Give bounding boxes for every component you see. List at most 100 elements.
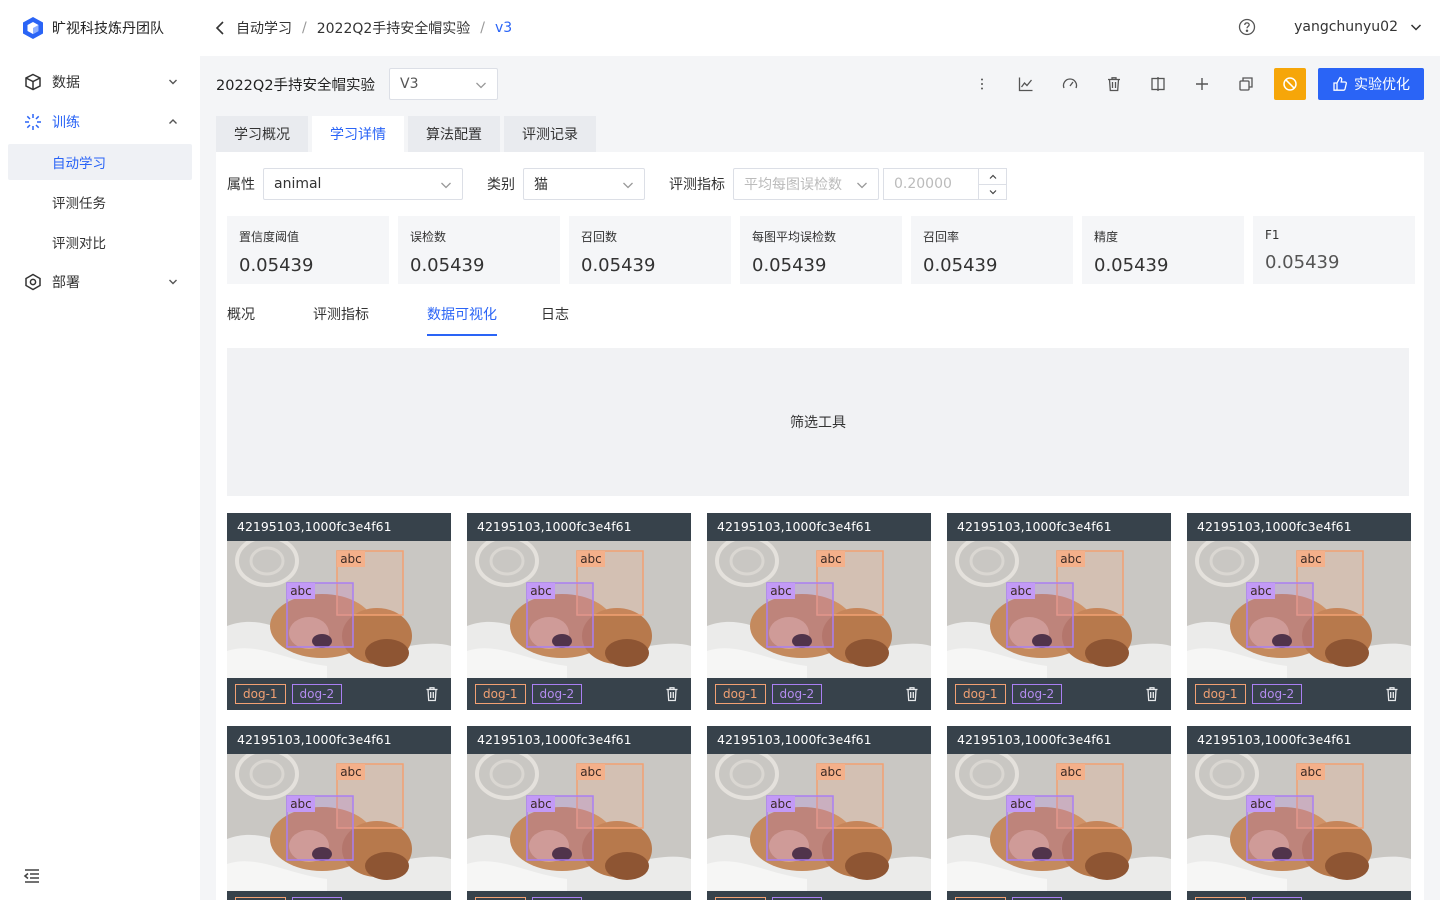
image-card[interactable]: 42195103,1000fc3e4f61 abc abc (227, 726, 451, 900)
image-card[interactable]: 42195103,1000fc3e4f61 abc abc (707, 726, 931, 900)
tab-learning-overview[interactable]: 学习概况 (216, 116, 308, 152)
tab-learning-details[interactable]: 学习详情 (312, 116, 404, 152)
line-chart-icon (1018, 77, 1033, 92)
trash-icon[interactable] (665, 686, 679, 702)
image-card[interactable]: 42195103,1000fc3e4f61 abc abc (947, 513, 1171, 710)
sidebar-item-deploy[interactable]: 部署 (8, 264, 192, 300)
metric-select[interactable]: 平均每图误检数 (733, 168, 879, 200)
app-root: 旷视科技炼丹团队 数据 训练 自动学习 评测任务 评测对比 部署 自动学习 / … (0, 0, 1440, 900)
annotated-image[interactable]: abc abc (467, 541, 691, 678)
filter-tool-panel[interactable]: 筛选工具 (227, 348, 1409, 496)
label-tag[interactable]: dog-2 (1251, 684, 1303, 704)
annotated-image[interactable]: abc abc (947, 541, 1171, 678)
sidebar-item-data[interactable]: 数据 (8, 64, 192, 100)
subtab-label: 概况 (227, 307, 255, 323)
chevron-down-icon[interactable] (1410, 22, 1422, 32)
image-card[interactable]: 42195103,1000fc3e4f61 abc abc (467, 513, 691, 710)
sidebar-item-label: 训练 (52, 115, 80, 131)
subtab-logs[interactable]: 日志 (541, 304, 569, 336)
image-card[interactable]: 42195103,1000fc3e4f61 abc abc (1187, 726, 1411, 900)
annotated-image[interactable]: abc abc (227, 754, 451, 891)
image-id: 42195103,1000fc3e4f61 (1197, 732, 1352, 747)
annotated-image[interactable]: abc abc (1187, 541, 1411, 678)
subtab-data-visualization[interactable]: 数据可视化 (427, 304, 497, 336)
label-tag[interactable]: dog-1 (715, 684, 766, 704)
trash-icon[interactable] (1385, 686, 1399, 702)
subtab-eval-metrics[interactable]: 评测指标 (313, 304, 369, 336)
tab-algorithm-config[interactable]: 算法配置 (408, 116, 500, 152)
main-content: 2022Q2手持安全帽实验 V3 实验优化 学习概况 学习详情 算法配置 评测记… (200, 56, 1440, 900)
annotated-image[interactable]: abc abc (947, 754, 1171, 891)
dashboard-button[interactable] (1048, 68, 1092, 100)
attribute-select[interactable]: animal (263, 168, 463, 200)
label-tag[interactable]: dog-2 (291, 684, 343, 704)
subtab-overview[interactable]: 概况 (227, 304, 255, 336)
annotated-image[interactable]: abc abc (707, 754, 931, 891)
label-tag[interactable]: dog-1 (1195, 684, 1246, 704)
label-tag[interactable]: dog-2 (1011, 684, 1063, 704)
metric-value: 0.05439 (239, 255, 314, 276)
breadcrumb-item[interactable]: 自动学习 (236, 18, 292, 38)
back-arrow-icon[interactable] (214, 20, 226, 36)
logo-icon (23, 17, 43, 39)
label-tag[interactable]: dog-2 (531, 684, 583, 704)
forbidden-icon (1283, 77, 1297, 91)
annotated-image[interactable]: abc abc (707, 541, 931, 678)
image-card[interactable]: 42195103,1000fc3e4f61 abc abc (947, 726, 1171, 900)
delete-button[interactable] (1092, 68, 1136, 100)
chart-button[interactable] (1004, 68, 1048, 100)
increment-button[interactable] (979, 169, 1006, 184)
image-card-footer: dog-1 dog-2 (1187, 891, 1411, 900)
annotated-image[interactable]: abc abc (467, 754, 691, 891)
image-id: 42195103,1000fc3e4f61 (717, 519, 872, 534)
stop-button[interactable] (1274, 68, 1306, 100)
trash-icon[interactable] (905, 686, 919, 702)
image-card[interactable]: 42195103,1000fc3e4f61 abc abc (707, 513, 931, 710)
trash-icon[interactable] (425, 686, 439, 702)
metric-card: F1 0.05439 (1253, 216, 1415, 284)
optimize-experiment-button[interactable]: 实验优化 (1318, 68, 1424, 100)
sidebar-item-eval-compare[interactable]: 评测对比 (8, 224, 192, 260)
image-card[interactable]: 42195103,1000fc3e4f61 abc abc (467, 726, 691, 900)
category-select[interactable]: 猫 (523, 168, 645, 200)
sidebar-item-auto-learning[interactable]: 自动学习 (8, 144, 192, 180)
annotated-image[interactable]: abc abc (227, 541, 451, 678)
add-button[interactable] (1180, 68, 1224, 100)
cube-icon (25, 73, 41, 91)
label-tag[interactable]: dog-1 (475, 684, 526, 704)
bbox-label: abc (580, 765, 602, 779)
metric-value: 0.05439 (923, 255, 998, 276)
help-circle-icon[interactable] (1238, 18, 1256, 36)
breadcrumb-item[interactable]: 2022Q2手持安全帽实验 (317, 18, 471, 38)
collapse-menu-icon[interactable] (22, 866, 42, 886)
hexagon-icon (25, 273, 41, 291)
metric-label: 每图平均误检数 (752, 230, 837, 244)
version-select[interactable]: V3 (389, 68, 499, 100)
chevron-down-icon (623, 182, 633, 189)
top-bar: 自动学习 / 2022Q2手持安全帽实验 / v3 yangchunyu02 (200, 0, 1440, 56)
sidebar-item-training[interactable]: 训练 (8, 104, 192, 140)
attribute-label: 属性 (227, 177, 255, 193)
label-tag[interactable]: dog-1 (955, 684, 1006, 704)
image-id: 42195103,1000fc3e4f61 (237, 732, 392, 747)
trash-icon[interactable] (1145, 686, 1159, 702)
copy-button[interactable] (1224, 68, 1268, 100)
annotated-image[interactable]: abc abc (1187, 754, 1411, 891)
logo[interactable]: 旷视科技炼丹团队 (22, 16, 164, 40)
image-card[interactable]: 42195103,1000fc3e4f61 abc abc (1187, 513, 1411, 710)
gauge-icon (1062, 78, 1078, 89)
username[interactable]: yangchunyu02 (1294, 19, 1398, 35)
decrement-button[interactable] (979, 184, 1006, 199)
image-card[interactable]: 42195103,1000fc3e4f61 abc abc (227, 513, 451, 710)
compare-button[interactable] (1136, 68, 1180, 100)
threshold-input[interactable]: 0.20000 (883, 168, 1007, 200)
user-area: yangchunyu02 (1238, 18, 1422, 36)
tab-eval-records[interactable]: 评测记录 (504, 116, 596, 152)
filter-bar: 属性 animal 类别 猫 评测指标 平均每图误检数 0.20000 (227, 168, 1007, 200)
sidebar-item-eval-tasks[interactable]: 评测任务 (8, 184, 192, 220)
bbox-label: abc (1010, 797, 1032, 811)
attribute-select-value: animal (274, 176, 322, 192)
more-button[interactable] (960, 68, 1004, 100)
label-tag[interactable]: dog-2 (771, 684, 823, 704)
label-tag[interactable]: dog-1 (235, 684, 286, 704)
